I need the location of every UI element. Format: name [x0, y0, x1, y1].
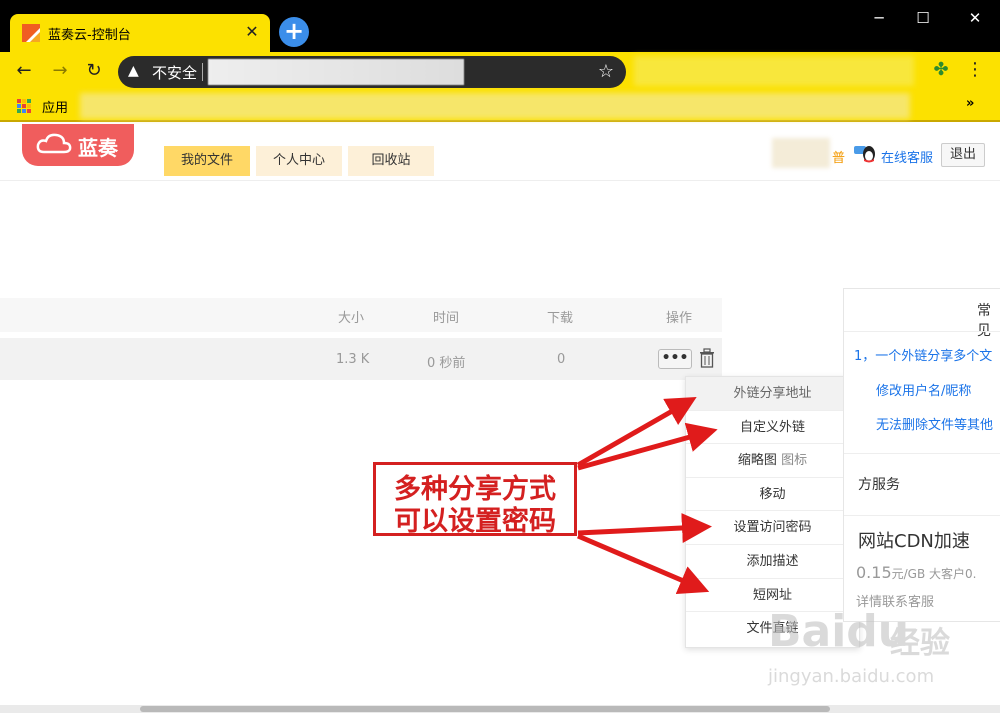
site-favicon-icon: [22, 24, 40, 42]
table-header: 大小 时间 下载 操作: [0, 298, 722, 332]
qq-icon: [854, 146, 875, 163]
blurred-url: [208, 59, 464, 85]
nav-my-files[interactable]: 我的文件: [164, 146, 250, 176]
menu-item-thumbnail[interactable]: 缩略图 图标: [686, 444, 859, 478]
file-downloads: 0: [557, 352, 566, 367]
watermark-url: jingyan.baidu.com: [768, 666, 935, 687]
logo-text: 蓝奏: [78, 136, 118, 160]
menu-item-move[interactable]: 移动: [686, 478, 859, 512]
apps-label[interactable]: 应用: [42, 97, 68, 116]
menu-item-label: 添加描述: [746, 553, 799, 569]
header-downloads: 下载: [547, 311, 574, 326]
nav-personal-center[interactable]: 个人中心: [256, 146, 342, 176]
faq-link[interactable]: 修改用户名/昵称: [876, 380, 971, 399]
watermark-brand: Baidu: [768, 606, 910, 657]
faq-link[interactable]: 无法删除文件等其他: [876, 414, 993, 433]
delete-icon[interactable]: [698, 348, 716, 368]
table-row[interactable]: 1.3 K 0 秒前 0 •••: [0, 338, 722, 380]
warning-icon: ▲: [128, 63, 139, 79]
dropdown-header-share-link[interactable]: 外链分享地址: [686, 377, 859, 411]
address-separator: [202, 63, 203, 81]
cloud-icon: [36, 133, 72, 154]
divider: [844, 331, 1000, 332]
site-logo[interactable]: 蓝奏: [22, 124, 134, 166]
divider: [844, 515, 1000, 516]
more-actions-button[interactable]: •••: [658, 349, 692, 369]
nav-recycle-bin[interactable]: 回收站: [348, 146, 434, 176]
menu-item-add-description[interactable]: 添加描述: [686, 545, 859, 579]
menu-item-custom-link[interactable]: 自定义外链: [686, 411, 859, 445]
menu-item-label: 自定义外链: [739, 419, 805, 435]
tab-title: 蓝奏云-控制台: [48, 28, 131, 43]
bookmarks-more-icon[interactable]: »: [966, 96, 974, 111]
window-close-icon[interactable]: ✕: [964, 8, 986, 28]
bookmark-star-icon[interactable]: ☆: [598, 61, 614, 82]
price-unit: 元/GB: [891, 567, 926, 581]
help-panel-title: 常见: [977, 303, 991, 339]
tab-close-icon[interactable]: ✕: [242, 22, 262, 42]
blurred-area: [634, 56, 914, 86]
header-time: 时间: [433, 311, 460, 326]
browser-toolbar: ← → ↻ ▲ 不安全 ☆ ✤ ⋮: [0, 52, 1000, 90]
forward-icon[interactable]: →: [49, 60, 71, 82]
new-tab-button[interactable]: +: [279, 17, 309, 47]
maximize-icon[interactable]: ☐: [912, 8, 934, 28]
security-label: 不安全: [152, 64, 198, 82]
blurred-bookmarks: [80, 93, 910, 119]
header-actions: 操作: [666, 311, 693, 326]
menu-item-label: 短网址: [752, 587, 792, 603]
cdn-price: 0.15元/GB 大客户0.: [856, 563, 976, 582]
online-support-link[interactable]: 在线客服: [881, 147, 933, 166]
blurred-username: [772, 138, 830, 168]
bookmarks-bar: 应用 »: [0, 90, 1000, 122]
browser-tab[interactable]: 蓝奏云-控制台 ✕: [10, 14, 270, 52]
apps-grid-icon[interactable]: [17, 99, 31, 113]
menu-item-label: 移动: [759, 486, 786, 502]
reload-icon[interactable]: ↻: [83, 60, 105, 82]
right-help-panel: 常见 1，一个外链分享多个文 修改用户名/昵称 无法删除文件等其他 方服务 网站…: [843, 288, 1000, 622]
faq-link[interactable]: 1，一个外链分享多个文: [854, 345, 992, 364]
menu-item-sublabel: 图标: [776, 453, 808, 469]
back-icon[interactable]: ←: [13, 60, 35, 82]
minimize-icon[interactable]: ─: [868, 8, 890, 28]
user-level-badge: 普: [832, 151, 846, 166]
cdn-title[interactable]: 网站CDN加速: [858, 527, 970, 553]
divider: [844, 453, 1000, 454]
logout-button[interactable]: 退出: [941, 143, 985, 167]
menu-item-set-password[interactable]: 设置访问密码: [686, 511, 859, 545]
service-heading: 方服务: [858, 477, 900, 493]
menu-item-label: 设置访问密码: [733, 520, 812, 536]
price-tail: 大客户0.: [925, 567, 977, 581]
browser-tab-bar: 蓝奏云-控制台 ✕ + ─ ☐ ✕: [0, 0, 1000, 52]
menu-item-label: 缩略图: [737, 453, 777, 469]
extension-clover-icon[interactable]: ✤: [930, 59, 952, 81]
annotation-callout: 多种分享方式 可以设置密码: [373, 462, 577, 537]
header-divider: [0, 180, 1000, 181]
header-size: 大小: [338, 311, 365, 326]
annotation-line-2: 可以设置密码: [394, 506, 556, 537]
scrollbar-thumb[interactable]: [140, 706, 830, 712]
file-size: 1.3 K: [336, 352, 370, 367]
baidu-watermark: Baidu 经验 jingyan.baidu.com: [750, 604, 990, 704]
file-time: 0 秒前: [427, 356, 466, 371]
address-bar[interactable]: ▲ 不安全 ☆: [118, 56, 626, 88]
price-value: 0.15: [856, 563, 892, 582]
watermark-product: 经验: [890, 626, 950, 661]
browser-menu-icon[interactable]: ⋮: [966, 59, 984, 81]
